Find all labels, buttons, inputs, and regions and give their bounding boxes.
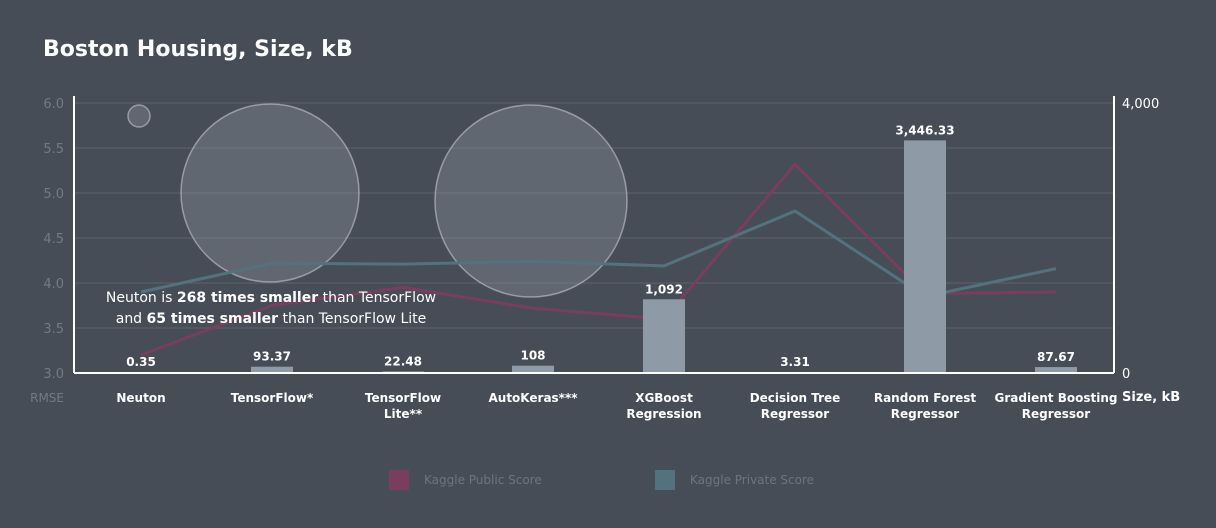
bar-value-label: 108 (520, 349, 545, 363)
x-tick-label: TensorFlow* (231, 391, 314, 405)
bar-value-label: 3.31 (780, 355, 810, 369)
bar (904, 140, 946, 373)
annotation-line-2: and 65 times smaller than TensorFlow Lit… (116, 311, 427, 327)
x-tick-label: TensorFlow Lite** (365, 391, 441, 421)
y-left-tick: 3.5 (43, 322, 64, 337)
chart-title: Boston Housing, Size, kB (43, 37, 353, 62)
bar-value-label: 1,092 (645, 282, 683, 296)
bar-value-label: 22.48 (384, 354, 422, 368)
legend-label: Kaggle Public Score (424, 473, 542, 487)
legend-label: Kaggle Private Score (690, 473, 814, 487)
y-right-tick: 0 (1122, 367, 1130, 382)
bar-value-label: 0.35 (126, 355, 156, 369)
y-right-tick: 4,000 (1122, 97, 1159, 112)
bar-value-label: 3,446.33 (895, 123, 954, 137)
bubbles (127, 103, 628, 298)
legend-swatch (655, 470, 675, 490)
x-tick-label: Gradient Boosting Regressor (995, 391, 1118, 421)
bar (643, 299, 685, 373)
annotation-line-1: Neuton is 268 times smaller than TensorF… (106, 290, 436, 306)
bubble (127, 104, 151, 128)
annotation: Neuton is 268 times smaller than TensorF… (106, 290, 436, 327)
y-left-tick: 6.0 (43, 97, 64, 112)
bubble (434, 104, 628, 298)
x-tick-label: Decision Tree Regressor (750, 391, 841, 421)
y-right-axis-label: Size, kB (1122, 390, 1180, 405)
bubble (180, 103, 360, 283)
legend-swatch (389, 470, 409, 490)
y-left-tick: 4.0 (43, 277, 64, 292)
y-left-tick: 4.5 (43, 232, 64, 247)
x-tick-label: XGBoost Regression (626, 391, 701, 421)
legend: Kaggle Public Score Kaggle Private Score (389, 470, 814, 490)
bar-value-label: 93.37 (253, 350, 291, 364)
x-tick-label: AutoKeras*** (488, 391, 578, 405)
y-left-tick: 3.0 (43, 367, 64, 382)
y-left-axis-label: RMSE (30, 391, 64, 405)
bar (512, 365, 554, 373)
x-tick-label: Neuton (116, 391, 165, 405)
chart: Boston Housing, Size, kB 3.0 3.5 4.0 4.5 5.0… (30, 37, 1180, 490)
x-tick-label: Random Forest Regressor (874, 391, 977, 421)
y-left-tick: 5.0 (43, 187, 64, 202)
bar-value-label: 87.67 (1037, 350, 1075, 364)
y-left-tick: 5.5 (43, 142, 64, 157)
